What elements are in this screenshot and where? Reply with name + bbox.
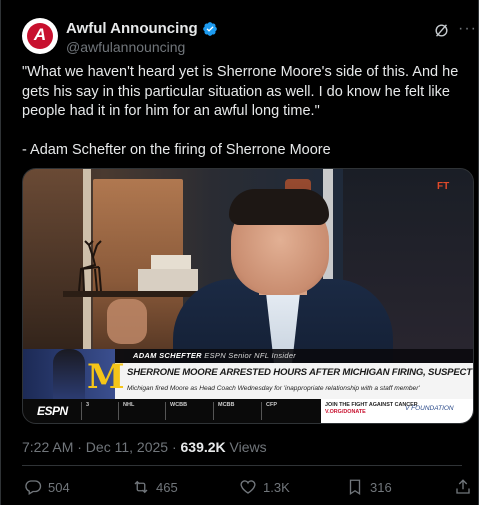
retweet-count: 465 bbox=[156, 479, 178, 495]
divider bbox=[22, 465, 462, 466]
ad-line2: V.ORG/DONATE bbox=[325, 409, 366, 415]
deer-figurine bbox=[78, 240, 102, 292]
action-bar: 504 465 1.3K 316 bbox=[22, 478, 474, 500]
avatar[interactable]: A bbox=[22, 18, 58, 54]
chyron: ADAM SCHEFTER ESPN Senior NFL Insider SH… bbox=[23, 349, 473, 423]
lower-third-title: ESPN Senior NFL Insider bbox=[204, 351, 297, 360]
ticker-item: NHL bbox=[118, 402, 134, 420]
lower-third-name-bar: ADAM SCHEFTER ESPN Senior NFL Insider bbox=[83, 349, 473, 363]
bookmark-count: 316 bbox=[370, 479, 392, 495]
lower-third-name-wrap: ADAM SCHEFTER ESPN Senior NFL Insider bbox=[133, 351, 296, 360]
studio-prop-box bbox=[138, 269, 198, 291]
reply-icon bbox=[25, 480, 42, 495]
views-count: 639.2K bbox=[180, 439, 226, 455]
lower-third-name: ADAM SCHEFTER bbox=[133, 351, 202, 360]
views-label: Views bbox=[225, 439, 267, 455]
avatar-letter: A bbox=[33, 25, 47, 44]
share-icon bbox=[456, 479, 470, 494]
tweet-text: "What we haven't heard yet is Sherrone M… bbox=[22, 64, 459, 158]
like-icon bbox=[240, 480, 256, 494]
bookmark-button[interactable]: 316 bbox=[346, 478, 392, 496]
reply-count: 504 bbox=[48, 479, 70, 495]
more-icon[interactable]: ··· bbox=[458, 20, 477, 38]
tweet-header: A Awful Announcing @awfulannouncing ··· bbox=[22, 18, 476, 58]
host-hair bbox=[229, 189, 329, 225]
espn-logo: ESPN bbox=[37, 404, 68, 418]
network-bug: FT bbox=[437, 181, 450, 192]
ad-text: JOIN THE FIGHT AGAINST CANCER V.ORG/DONA… bbox=[325, 402, 418, 416]
like-button[interactable]: 1.3K bbox=[239, 478, 290, 496]
grok-icon[interactable] bbox=[433, 22, 450, 39]
author-display-name[interactable]: Awful Announcing bbox=[66, 20, 198, 37]
bookmark-icon bbox=[349, 479, 361, 496]
studio-prop-box-small bbox=[151, 255, 191, 269]
ticker-item: WCBB bbox=[165, 402, 187, 420]
retweet-button[interactable]: 465 bbox=[132, 478, 178, 496]
ad-line1: JOIN THE FIGHT AGAINST CANCER bbox=[325, 402, 418, 408]
verified-badge-icon bbox=[202, 21, 217, 36]
retweet-icon bbox=[134, 480, 148, 494]
coach-photo bbox=[53, 349, 85, 405]
tweet-media-image[interactable]: FT ADAM SCHEFTER ESPN Senior NFL Insider… bbox=[22, 168, 474, 424]
chyron-subline: Michigan fired Moore as Head Coach Wedne… bbox=[127, 385, 420, 392]
host-hand bbox=[107, 299, 147, 344]
tweet-timestamp[interactable]: 7:22 AM · Dec 11, 2025 · bbox=[22, 439, 181, 455]
timeline-left-border bbox=[0, 0, 1, 505]
headline-bar: SHERRONE MOORE ARRESTED HOURS AFTER MICH… bbox=[83, 363, 473, 399]
ad-logo: V FOUNDATION bbox=[405, 405, 454, 412]
share-button[interactable] bbox=[454, 478, 478, 496]
name-row: Awful Announcing bbox=[66, 20, 218, 37]
tweet-meta: 7:22 AM · Dec 11, 2025 · 639.2K Views bbox=[22, 439, 267, 455]
reply-button[interactable]: 504 bbox=[24, 478, 70, 496]
ticker-item: MCBB bbox=[213, 402, 235, 420]
avatar-logo: A bbox=[27, 23, 53, 49]
ticker-ad: JOIN THE FIGHT AGAINST CANCER V.ORG/DONA… bbox=[321, 399, 473, 423]
ticker-lead: 3 bbox=[81, 402, 89, 420]
like-count: 1.3K bbox=[263, 479, 290, 495]
team-graphic: M bbox=[23, 349, 125, 405]
ticker-item: CFP bbox=[261, 402, 277, 420]
team-logo: M bbox=[87, 357, 125, 397]
author-handle[interactable]: @awfulannouncing bbox=[66, 39, 185, 55]
chyron-headline: SHERRONE MOORE ARRESTED HOURS AFTER MICH… bbox=[127, 367, 473, 378]
bottom-ticker: ESPN 3 NHL WCBB MCBB CFP JOIN THE FIGHT … bbox=[23, 399, 473, 423]
